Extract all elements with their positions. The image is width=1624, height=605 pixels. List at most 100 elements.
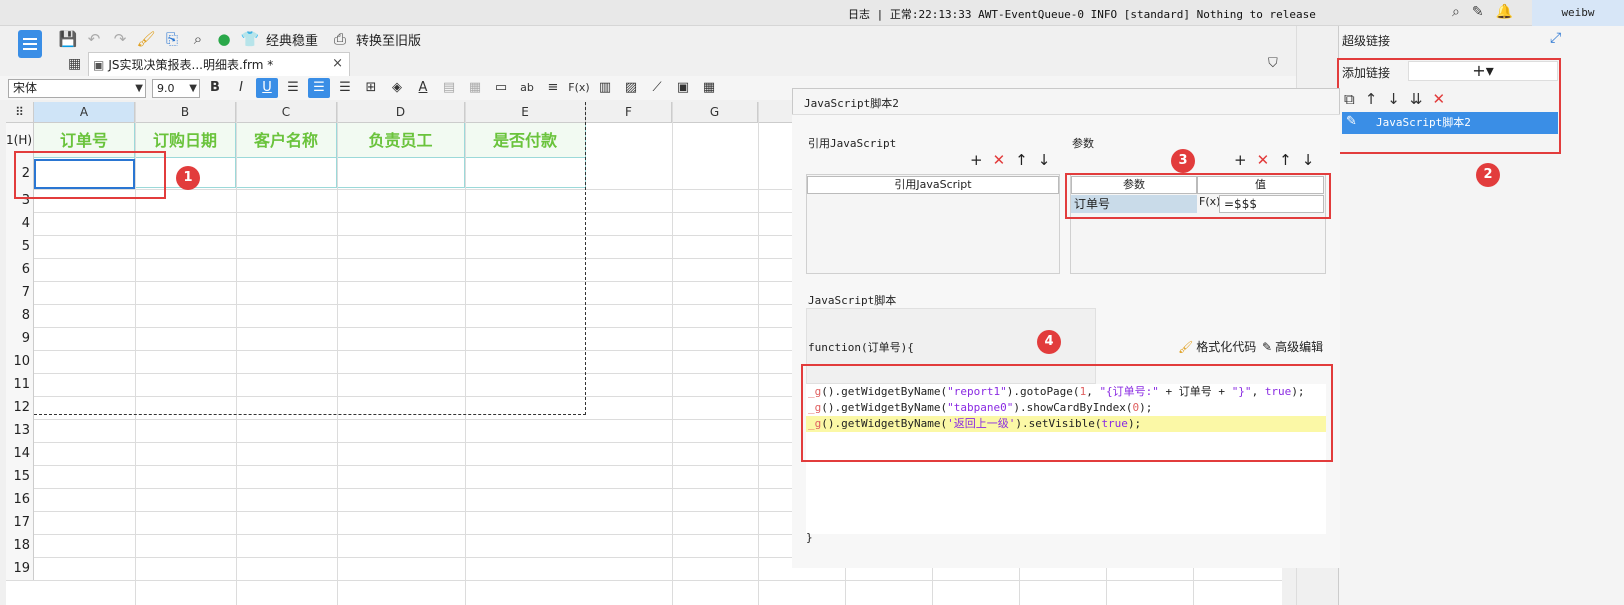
page-break-line <box>34 414 586 415</box>
grid-line <box>236 102 237 605</box>
status-icons: ⌕ ✎ 🔔 <box>1452 4 1513 20</box>
collapse-icon[interactable]: ⤢ <box>1550 30 1561 46</box>
sub-report-icon[interactable]: ▣ <box>672 78 694 98</box>
arrow-up-icon[interactable]: ↑ <box>1279 151 1292 169</box>
params-controls: + ✕ ↑ ↓ <box>1234 151 1314 169</box>
delete-icon[interactable]: ✕ <box>993 151 1006 169</box>
col-header-g[interactable]: G <box>672 102 758 123</box>
arrow-down-icon[interactable]: ↓ <box>1038 151 1051 169</box>
advanced-edit-label: 高级编辑 <box>1275 340 1324 354</box>
row-header[interactable]: 4 <box>6 212 34 235</box>
paragraph-icon[interactable]: ≡ <box>542 78 564 98</box>
row-header[interactable]: 7 <box>6 281 34 304</box>
filter-icon[interactable]: ⛉ <box>1268 56 1278 71</box>
data-cell-c2[interactable] <box>236 158 337 188</box>
check-icon[interactable]: ⌕ <box>188 30 208 48</box>
add-icon[interactable]: + <box>1234 151 1247 169</box>
page-break-line <box>585 102 586 415</box>
add-icon[interactable]: + <box>970 151 983 169</box>
ok-icon[interactable]: ● <box>214 30 234 48</box>
convert-old-button[interactable]: 转换至旧版 <box>356 30 421 49</box>
text-icon[interactable]: ab <box>516 78 538 98</box>
grid-line <box>337 102 338 605</box>
redo-icon[interactable]: ↷ <box>110 30 130 48</box>
fill-color-icon[interactable]: ◈ <box>386 78 408 98</box>
data-cell-d2[interactable] <box>337 158 465 188</box>
chart-icon[interactable]: ▥ <box>594 78 616 98</box>
row-header[interactable]: 6 <box>6 258 34 281</box>
highlight-box-3 <box>1065 173 1331 219</box>
template-icon[interactable] <box>18 30 42 58</box>
row-header[interactable]: 11 <box>6 373 34 396</box>
row-header[interactable]: 10 <box>6 350 34 373</box>
row-header[interactable]: 19 <box>6 557 34 580</box>
undo-icon[interactable]: ↶ <box>84 30 104 48</box>
delete-icon[interactable]: ✕ <box>1257 151 1270 169</box>
bold-button[interactable]: B <box>204 78 226 98</box>
highlight-box-1 <box>14 151 166 199</box>
shirt-icon: 👕 <box>240 30 260 48</box>
arrow-up-icon[interactable]: ↑ <box>1015 151 1028 169</box>
slash-icon[interactable]: ⟋ <box>646 78 668 98</box>
advanced-edit-button[interactable]: ✎ 高级编辑 <box>1262 338 1323 355</box>
header-cell-employee[interactable]: 负责员工 <box>337 123 465 158</box>
col-header-e[interactable]: E <box>465 102 586 123</box>
preview-icon[interactable]: ⎘ <box>162 30 182 48</box>
col-header-d[interactable]: D <box>337 102 465 123</box>
row-header[interactable]: 8 <box>6 304 34 327</box>
col-header-b[interactable]: B <box>135 102 236 123</box>
brush-icon[interactable]: 🖌 <box>136 30 156 48</box>
badge-4: 4 <box>1037 330 1061 354</box>
italic-button[interactable]: I <box>230 78 252 98</box>
col-header-a[interactable]: A <box>34 102 135 123</box>
arrow-down-icon[interactable]: ↓ <box>1302 151 1315 169</box>
font-size-select[interactable]: 9.0 ▼ <box>152 78 200 98</box>
border-icon[interactable]: ⊞ <box>360 78 382 98</box>
col-header-c[interactable]: C <box>236 102 337 123</box>
close-tab-icon[interactable]: × <box>332 56 343 71</box>
align-right-icon[interactable]: ☰ <box>334 78 356 98</box>
row-header[interactable]: 18 <box>6 534 34 557</box>
tab-report[interactable]: ▣ JS实现决策报表...明细表.frm * × <box>88 52 350 76</box>
chevron-down-icon: ▼ <box>135 82 143 94</box>
header-cell-customer[interactable]: 客户名称 <box>236 123 337 158</box>
row-header[interactable]: 14 <box>6 442 34 465</box>
row-header[interactable]: 16 <box>6 488 34 511</box>
dialog-title: JavaScript脚本2 <box>804 97 899 110</box>
image-icon[interactable]: ▨ <box>620 78 642 98</box>
align-left-icon[interactable]: ☰ <box>282 78 304 98</box>
ref-js-label: 引用JavaScript <box>808 137 897 150</box>
grid-icon[interactable]: ▦ <box>68 56 81 72</box>
underline-button[interactable]: U <box>256 78 278 98</box>
badge-2: 2 <box>1476 163 1500 187</box>
tab-title: JS实现决策报表...明细表.frm * <box>108 58 274 72</box>
font-select[interactable]: 宋体 ▼ <box>8 78 146 98</box>
format-code-button[interactable]: 🖌 格式化代码 <box>1178 338 1256 355</box>
merge-icon[interactable]: ▤ <box>438 78 460 98</box>
sheet-corner[interactable]: ⠿ <box>6 102 34 123</box>
row-header[interactable]: 17 <box>6 511 34 534</box>
unmerge-icon[interactable]: ▦ <box>464 78 486 98</box>
highlight-box-2 <box>1337 58 1561 154</box>
search-icon[interactable]: ⌕ <box>1452 4 1460 20</box>
row-header[interactable]: 15 <box>6 465 34 488</box>
grid-line <box>672 102 673 605</box>
user-name[interactable]: weibw <box>1532 0 1624 26</box>
classic-theme-button[interactable]: 经典稳重 <box>266 30 318 49</box>
col-header-f[interactable]: F <box>586 102 672 123</box>
grid-line <box>758 102 759 605</box>
row-header[interactable]: 9 <box>6 327 34 350</box>
data-cell-e2[interactable] <box>465 158 586 188</box>
bell-icon[interactable]: 🔔 <box>1496 4 1513 20</box>
header-cell-paid[interactable]: 是否付款 <box>465 123 586 158</box>
formula-icon[interactable]: F(x) <box>568 78 590 98</box>
align-center-icon[interactable]: ☰ <box>308 78 330 98</box>
table-icon[interactable]: ▦ <box>698 78 720 98</box>
text-field-icon[interactable]: ▭ <box>490 78 512 98</box>
edit-note-icon[interactable]: ✎ <box>1472 4 1484 20</box>
row-header[interactable]: 5 <box>6 235 34 258</box>
save-icon[interactable]: 💾 <box>58 30 78 48</box>
row-header[interactable]: 13 <box>6 419 34 442</box>
font-color-icon[interactable]: A <box>412 78 434 98</box>
row-header[interactable]: 12 <box>6 396 34 419</box>
